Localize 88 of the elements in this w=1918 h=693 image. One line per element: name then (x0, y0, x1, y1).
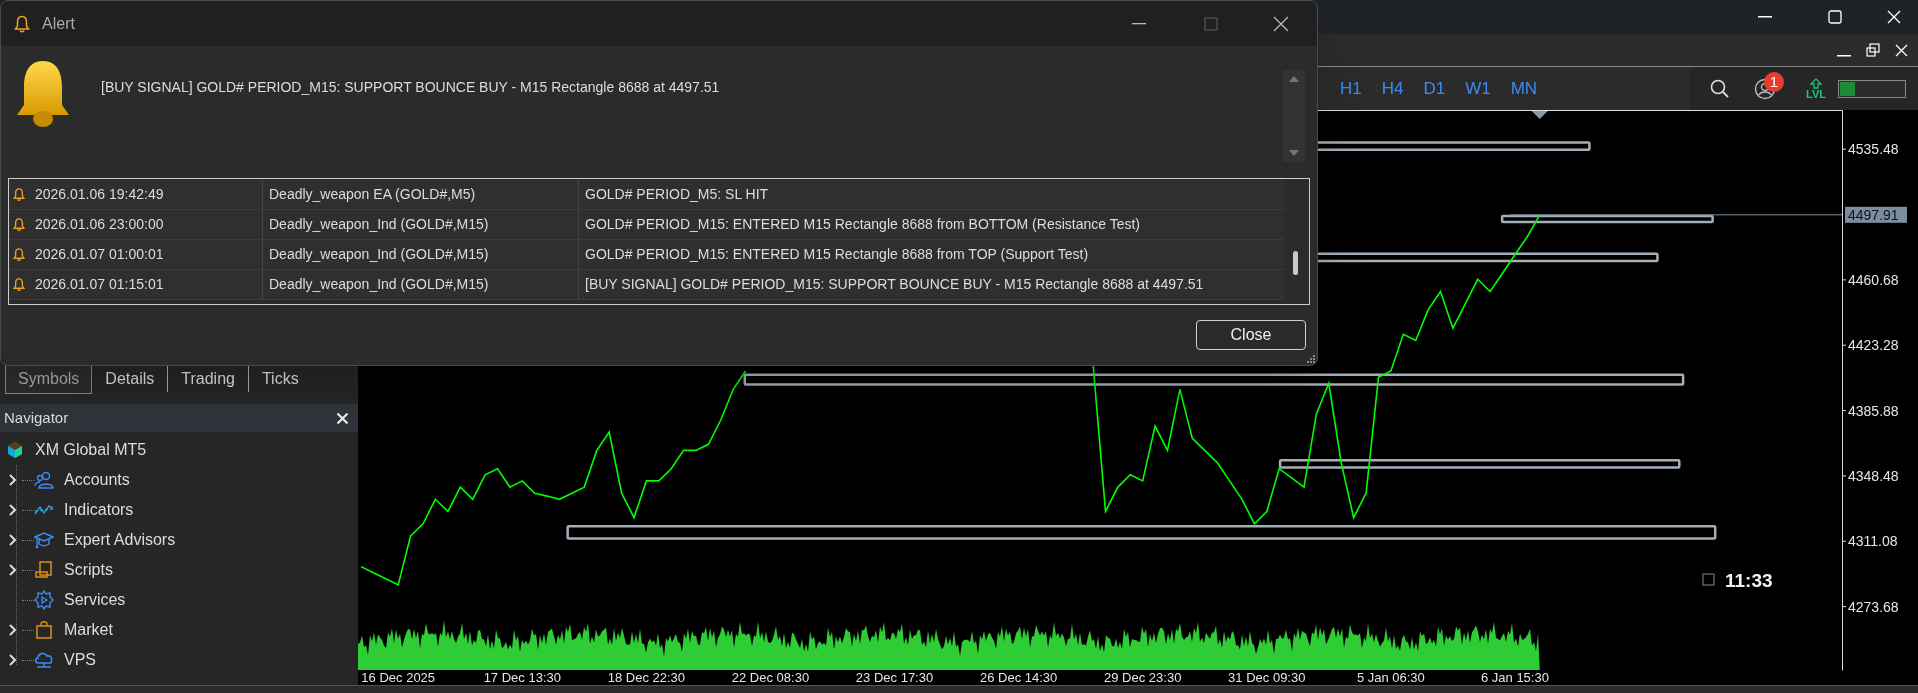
panel-tab[interactable]: Details (92, 364, 168, 394)
price-label: 4273.68 (1848, 598, 1899, 615)
time-label: 17 Dec 13:30 (483, 670, 561, 685)
graduation-cap-icon (34, 530, 54, 550)
server-cube-icon (5, 440, 25, 460)
panel-tab[interactable]: Ticks (248, 364, 312, 394)
countdown-timer: 11:33 (1725, 570, 1773, 591)
table-cell-text: 2026.01.06 19:42:49 (35, 185, 164, 204)
user-icon[interactable] (1754, 77, 1776, 100)
square-icon (1702, 573, 1715, 586)
tree-item[interactable]: Scripts (64, 558, 113, 582)
table-cell-text: 2026.01.07 01:15:01 (35, 275, 164, 294)
current-price-label: 4497.91 (1845, 206, 1907, 223)
time-label: 23 Dec 17:30 (855, 670, 934, 685)
panel-title: Navigator (4, 407, 69, 428)
bell-icon (13, 277, 25, 292)
minimize-icon[interactable] (1836, 55, 1851, 57)
time-label: 31 Dec 09:30 (1228, 670, 1306, 685)
timeframe-button[interactable]: W1 (1465, 75, 1491, 102)
timeframe-button[interactable]: MN (1510, 75, 1538, 102)
timeframe-button[interactable]: D1 (1423, 75, 1446, 102)
chevron-right-icon[interactable] (8, 503, 18, 517)
time-label: 26 Dec 14:30 (979, 670, 1058, 685)
dialog-title: Alert (42, 13, 75, 34)
restore-icon[interactable] (1865, 43, 1880, 57)
price-label: 4348.48 (1848, 467, 1899, 484)
rectangle-object[interactable] (743, 373, 1685, 386)
time-label: 16 Dec 2025 (361, 670, 436, 685)
close-button[interactable]: Close (1196, 320, 1306, 350)
scrollbar[interactable] (1283, 70, 1305, 162)
rectangle-object[interactable] (566, 524, 1717, 540)
time-label: 5 Jan 06:30 (1356, 670, 1425, 685)
notification-badge: 1 (1764, 71, 1784, 92)
timeframe-button[interactable]: H4 (1381, 75, 1404, 102)
tree-item[interactable]: Services (64, 588, 126, 612)
close-icon[interactable] (1273, 15, 1289, 32)
users-icon (34, 470, 54, 490)
tree-item[interactable]: Accounts (64, 468, 130, 492)
table-cell: Deadly_weapon_Ind (GOLD#,M15) (263, 210, 579, 239)
price-label: 4311.08 (1848, 533, 1898, 550)
time-label: 6 Jan 15:30 (1480, 670, 1549, 685)
tree-item[interactable]: Indicators (64, 498, 134, 522)
level-button[interactable]: LVL (1806, 77, 1826, 100)
table-cell-text: GOLD# PERIOD_M5: SL HIT (584, 185, 770, 204)
bell-icon (13, 247, 25, 262)
tree-item[interactable]: Expert Advisors (64, 528, 176, 552)
timeframe-button[interactable]: H1 (1340, 75, 1362, 102)
table-cell: Deadly_weapon_Ind (GOLD#,M15) (263, 270, 579, 299)
scroll-down-icon[interactable] (1289, 150, 1299, 156)
table-cell: Deadly_weapon_Ind (GOLD#,M15) (263, 240, 579, 269)
price-label: 4460.68 (1848, 271, 1899, 288)
panel-tab[interactable]: Trading (168, 364, 248, 394)
panel-tab[interactable]: Symbols (5, 364, 93, 394)
tree-item[interactable]: Market (64, 618, 113, 642)
scroll-thumb[interactable] (1293, 251, 1298, 275)
minimize-icon[interactable] (1132, 22, 1146, 25)
chevron-right-icon[interactable] (8, 563, 18, 577)
price-label: 4385.88 (1848, 402, 1899, 419)
cloud-icon (34, 650, 54, 670)
bell-icon (13, 187, 25, 202)
time-label: 18 Dec 22:30 (607, 670, 686, 685)
chevron-right-icon[interactable] (8, 653, 18, 667)
tree-item[interactable]: XM Global MT5 (35, 438, 147, 462)
table-cell-text: GOLD# PERIOD_M15: ENTERED M15 Rectangle 8688 from BOTTOM (Resistance Test) (584, 215, 1141, 234)
scroll-up-icon[interactable] (1289, 76, 1299, 82)
price-label: 4535.48 (1848, 141, 1899, 158)
rectangle-object[interactable] (1278, 458, 1681, 469)
time-label: 22 Dec 08:30 (731, 670, 810, 685)
tree-item[interactable]: VPS (64, 648, 96, 672)
table-cell-text: 2026.01.07 01:00:01 (35, 245, 164, 264)
chevron-right-icon[interactable] (8, 473, 18, 487)
table-cell: Deadly_weapon EA (GOLD#,M5) (263, 180, 579, 209)
price-label: 4423.28 (1848, 337, 1899, 354)
table-cell-text: [BUY SIGNAL] GOLD# PERIOD_M15: SUPPORT BOUNCE BUY - M15 Rectangle 8688 at 4497.51 (584, 275, 1205, 294)
time-label: 29 Dec 23:30 (1104, 670, 1182, 685)
gear-icon (34, 590, 54, 610)
table-cell-text: 2026.01.06 23:00:00 (35, 215, 164, 234)
bell-icon (13, 217, 25, 232)
chevron-right-icon[interactable] (8, 533, 18, 547)
shopping-bag-icon (34, 620, 54, 640)
table-cell-text: GOLD# PERIOD_M15: ENTERED M15 Rectangle 8688 from TOP (Support Test) (584, 245, 1090, 264)
resize-grip-icon[interactable] (1306, 354, 1315, 363)
chevron-right-icon[interactable] (8, 623, 18, 637)
alert-message: [BUY SIGNAL] GOLD# PERIOD_M15: SUPPORT BOUNCE BUY - M15 Rectangle 8688 at 4497.51 (101, 78, 720, 97)
scroll-icon (34, 560, 54, 580)
upload-arrow-icon (1810, 77, 1822, 89)
rectangle-object[interactable] (1500, 214, 1714, 224)
bell-icon (14, 14, 30, 33)
